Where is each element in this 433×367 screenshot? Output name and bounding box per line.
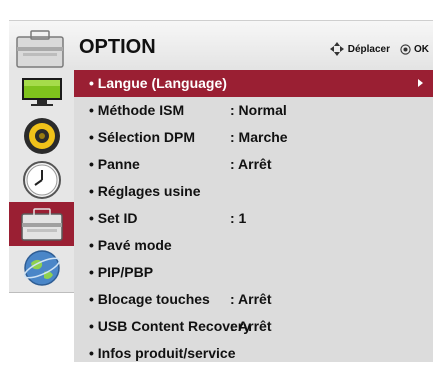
dpad-icon [329, 42, 344, 56]
menu-item-ism[interactable]: • Méthode ISM : Normal [74, 97, 433, 124]
menu-item-value: : 1 [230, 210, 247, 226]
menu-item-language[interactable]: • Langue (Language) [74, 70, 433, 97]
submenu-arrow-icon [418, 79, 423, 87]
category-network[interactable] [9, 246, 74, 290]
option-list: • Langue (Language) • Méthode ISM : Norm… [74, 70, 433, 362]
menu-item-value: : Marche [230, 129, 288, 145]
menu-item-tile-mode[interactable]: • Pavé mode [74, 232, 433, 259]
picture-icon [21, 78, 62, 106]
menu-item-pip-pbp[interactable]: • PIP/PBP [74, 259, 433, 286]
menu-item-value: : Normal [230, 102, 287, 118]
menu-item-label: • Blocage touches [89, 291, 210, 307]
menu-item-usb-recovery[interactable]: • USB Content Recovery : Arrêt [74, 313, 433, 340]
menu-item-value: : Arrêt [230, 291, 272, 307]
menu-item-label: • Langue (Language) [89, 75, 227, 91]
menu-item-label: • Panne [89, 156, 140, 172]
menu-item-label: • Pavé mode [89, 237, 172, 253]
globe-icon [23, 250, 60, 286]
clock-icon [22, 161, 61, 199]
menu-item-label: • Méthode ISM [89, 102, 185, 118]
menu-item-dpm[interactable]: • Sélection DPM : Marche [74, 124, 433, 151]
menu-item-label: • Infos produit/service [89, 345, 236, 361]
menu-header: OPTION Déplacer OK [9, 20, 433, 71]
menu-item-label: • Sélection DPM [89, 129, 196, 145]
category-rail [9, 70, 75, 293]
toolbox-icon [16, 30, 64, 68]
menu-item-label: • Réglages usine [89, 183, 201, 199]
menu-item-label: • PIP/PBP [89, 264, 154, 280]
move-hint-label: Déplacer [347, 43, 390, 55]
ok-hint-label: OK [414, 43, 429, 55]
menu-item-value: : Arrêt [230, 318, 272, 334]
page-title: OPTION [79, 36, 156, 58]
osd-menu: OPTION Déplacer OK • Langue (Language) •… [0, 0, 433, 362]
navigation-hint: Déplacer OK [329, 41, 429, 57]
toolbox-icon [20, 208, 63, 241]
menu-item-product-info[interactable]: • Infos produit/service [74, 340, 433, 367]
menu-item-label: • USB Content Recovery [89, 318, 252, 334]
category-sound[interactable] [9, 114, 74, 158]
menu-item-label: • Set ID [89, 210, 138, 226]
category-time[interactable] [9, 158, 74, 202]
menu-item-set-id[interactable]: • Set ID : 1 [74, 205, 433, 232]
menu-item-key-lock[interactable]: • Blocage touches : Arrêt [74, 286, 433, 313]
ok-button-icon [400, 43, 411, 55]
category-picture[interactable] [9, 70, 74, 114]
menu-item-panne[interactable]: • Panne : Arrêt [74, 151, 433, 178]
sound-icon [23, 118, 60, 154]
menu-item-value: : Arrêt [230, 156, 272, 172]
menu-item-factory-reset[interactable]: • Réglages usine [74, 178, 433, 205]
category-option[interactable] [9, 202, 74, 246]
